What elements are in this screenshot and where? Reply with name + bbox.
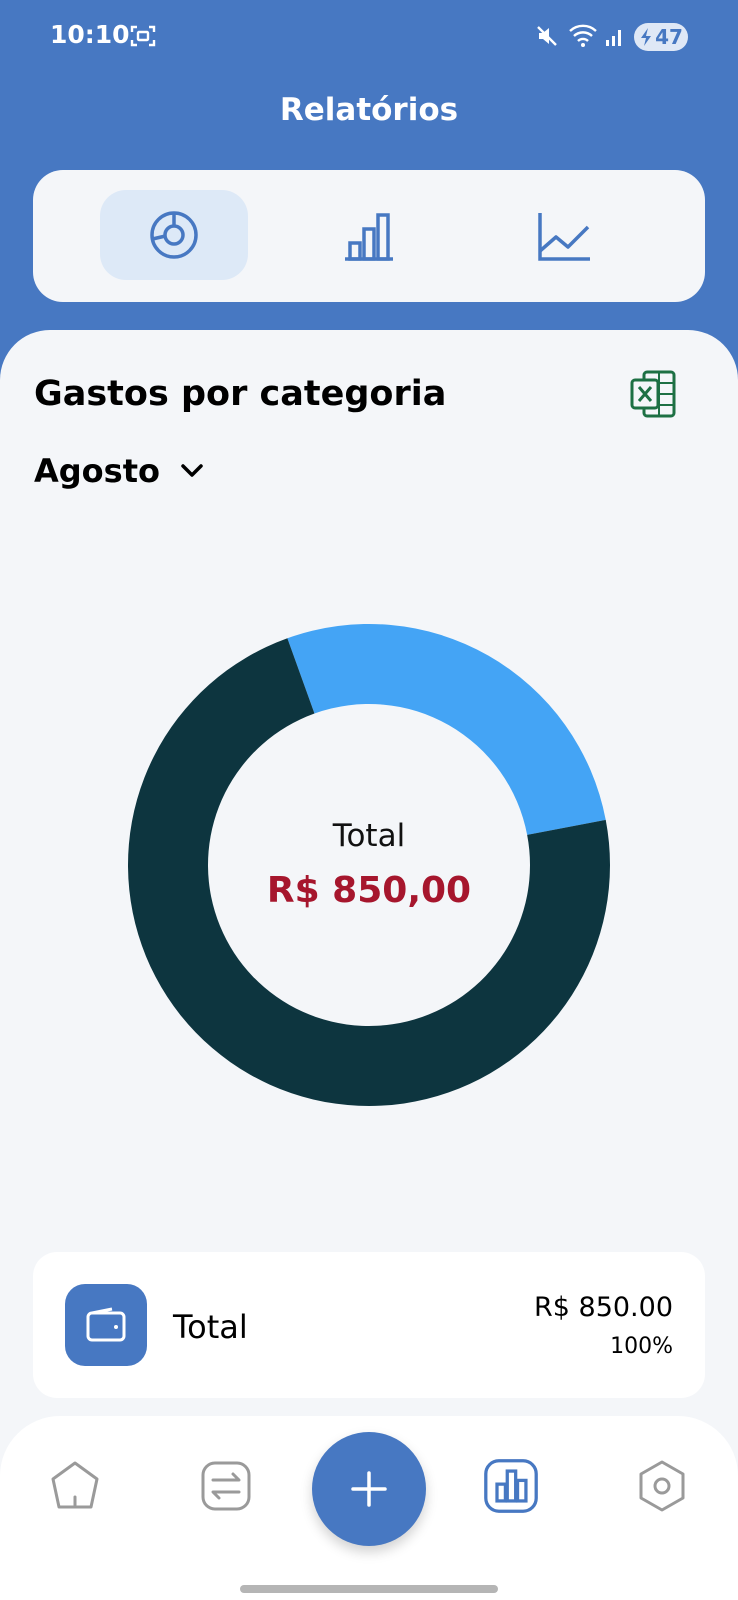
chart-type-selector (33, 170, 705, 302)
mute-icon (537, 26, 557, 46)
summary-amount: R$ 850.00 (534, 1292, 673, 1323)
section-title: Gastos por categoria (34, 374, 447, 414)
status-bar: 10:10 47 (0, 0, 738, 74)
tab-line-chart[interactable] (490, 190, 638, 280)
nav-home[interactable] (47, 1458, 103, 1514)
summary-card[interactable]: Total R$ 850.00 100% (33, 1252, 705, 1398)
transfer-icon (201, 1461, 251, 1511)
reports-icon (484, 1459, 538, 1513)
battery-level: 47 (655, 25, 683, 49)
chevron-down-icon (181, 464, 203, 477)
tab-donut-chart[interactable] (100, 190, 248, 280)
summary-percent: 100% (610, 1334, 673, 1359)
page-title: Relatórios (279, 92, 459, 128)
wallet-icon (86, 1307, 126, 1342)
chart-center-label: Total (332, 818, 406, 854)
home-indicator (240, 1585, 498, 1593)
chart-center-value: R$ 850,00 (266, 870, 472, 911)
battery-indicator: 47 (634, 23, 688, 51)
nav-reports[interactable] (483, 1458, 539, 1514)
nav-transactions[interactable] (198, 1458, 254, 1514)
donut-chart (127, 624, 610, 1106)
month-label: Agosto (34, 452, 160, 490)
bar-chart-icon (345, 213, 393, 261)
home-icon (51, 1461, 99, 1509)
add-icon (351, 1471, 387, 1507)
wallet-icon-tile (65, 1284, 147, 1366)
wifi-icon (569, 24, 597, 47)
donut-chart-icon (150, 211, 198, 259)
settings-icon (639, 1460, 685, 1512)
excel-icon[interactable] (630, 370, 676, 418)
donut-slice-1[interactable] (287, 624, 606, 835)
add-transaction-button[interactable] (312, 1432, 426, 1546)
line-chart-icon (538, 213, 590, 261)
tab-bar-chart[interactable] (295, 190, 443, 280)
signal-icon (606, 30, 621, 46)
screen-record-icon (130, 25, 156, 47)
charging-bolt-icon (641, 28, 652, 46)
summary-label: Total (173, 1308, 248, 1346)
nav-settings[interactable] (634, 1458, 690, 1514)
month-selector[interactable]: Agosto (34, 452, 204, 490)
status-time: 10:10 (50, 20, 130, 49)
